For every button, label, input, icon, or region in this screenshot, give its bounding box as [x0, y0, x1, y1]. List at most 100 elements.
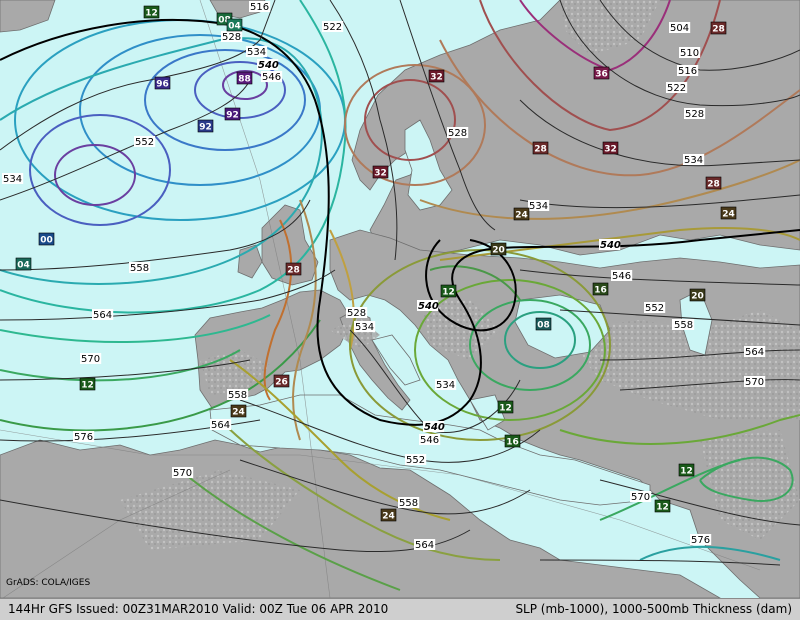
- thickness-label: 564: [93, 310, 112, 321]
- svg-text:36: 36: [595, 70, 608, 80]
- thickness-label: 534: [684, 155, 703, 166]
- pressure-center-box: 26: [273, 374, 290, 388]
- svg-text:92: 92: [199, 123, 212, 133]
- pressure-center-box: 12: [678, 463, 695, 477]
- thickness-label: 540: [258, 60, 279, 71]
- thickness-label: 534: [355, 322, 374, 333]
- thickness-label: 570: [745, 377, 764, 388]
- svg-text:28: 28: [707, 180, 720, 190]
- svg-text:32: 32: [430, 73, 443, 83]
- svg-text:12: 12: [442, 288, 455, 298]
- thickness-label: 552: [135, 137, 154, 148]
- pressure-center-box: 96: [154, 76, 171, 90]
- weather-map: 5165225285345405465525345585645705765045…: [0, 0, 800, 598]
- thickness-label: 570: [81, 354, 100, 365]
- pressure-center-box: 04: [15, 257, 32, 271]
- pressure-center-box: 24: [720, 206, 737, 220]
- svg-text:12: 12: [656, 503, 669, 513]
- pressure-center-box: 04: [226, 18, 243, 32]
- thickness-label: 528: [347, 308, 366, 319]
- thickness-label: 510: [680, 48, 699, 59]
- thickness-label: 540: [600, 240, 621, 251]
- svg-text:88: 88: [238, 75, 251, 85]
- pressure-center-box: 08: [535, 317, 552, 331]
- credit-text: GrADS: COLA/IGES: [6, 578, 91, 588]
- thickness-label: 552: [645, 303, 664, 314]
- pressure-center-box: 88: [236, 71, 253, 85]
- issue-info: 144Hr GFS Issued: 00Z31MAR2010 Valid: 00…: [8, 602, 389, 616]
- thickness-label: 558: [228, 390, 247, 401]
- svg-text:24: 24: [515, 211, 528, 221]
- thickness-label: 516: [250, 2, 269, 13]
- thickness-label: 564: [745, 347, 764, 358]
- svg-text:12: 12: [499, 404, 512, 414]
- pressure-center-box: 32: [602, 141, 619, 155]
- svg-text:16: 16: [506, 438, 519, 448]
- thickness-label: 546: [262, 72, 281, 83]
- thickness-label: 528: [685, 109, 704, 120]
- svg-text:92: 92: [226, 111, 239, 121]
- thickness-label: 522: [667, 83, 686, 94]
- pressure-center-box: 12: [497, 400, 514, 414]
- svg-text:12: 12: [145, 9, 158, 19]
- thickness-label: 534: [3, 174, 22, 185]
- svg-text:24: 24: [382, 512, 395, 522]
- pressure-center-box: 92: [197, 119, 214, 133]
- thickness-label: 516: [678, 66, 697, 77]
- svg-text:04: 04: [17, 261, 30, 271]
- pressure-center-box: 28: [532, 141, 549, 155]
- pressure-center-box: 32: [428, 69, 445, 83]
- svg-text:24: 24: [232, 408, 245, 418]
- thickness-label: 540: [424, 422, 445, 433]
- pressure-center-box: 28: [710, 21, 727, 35]
- pressure-center-box: 24: [513, 207, 530, 221]
- pressure-center-box: 32: [372, 165, 389, 179]
- map-footer: 144Hr GFS Issued: 00Z31MAR2010 Valid: 00…: [0, 598, 800, 620]
- pressure-center-box: 16: [592, 282, 609, 296]
- thickness-label: 564: [415, 540, 434, 551]
- svg-text:28: 28: [287, 266, 300, 276]
- svg-text:08: 08: [537, 321, 550, 331]
- thickness-label: 576: [74, 432, 93, 443]
- thickness-label: 558: [674, 320, 693, 331]
- pressure-center-box: 24: [230, 404, 247, 418]
- thickness-label: 570: [631, 492, 650, 503]
- svg-text:26: 26: [275, 378, 288, 388]
- svg-text:12: 12: [81, 381, 94, 391]
- svg-text:96: 96: [156, 80, 169, 90]
- pressure-center-box: 36: [593, 66, 610, 80]
- pressure-center-box: 20: [490, 242, 507, 256]
- svg-text:28: 28: [534, 145, 547, 155]
- product-description: SLP (mb-1000), 1000-500mb Thickness (dam…: [515, 602, 792, 616]
- svg-text:28: 28: [712, 25, 725, 35]
- thickness-label: 534: [436, 380, 455, 391]
- thickness-label: 534: [247, 47, 266, 58]
- thickness-label: 528: [222, 32, 241, 43]
- pressure-center-box: 12: [143, 5, 160, 19]
- thickness-label: 558: [399, 498, 418, 509]
- thickness-label: 552: [406, 455, 425, 466]
- pressure-center-box: 12: [654, 499, 671, 513]
- svg-text:32: 32: [374, 169, 387, 179]
- thickness-label: 564: [211, 420, 230, 431]
- thickness-label: 570: [173, 468, 192, 479]
- pressure-center-box: 12: [440, 284, 457, 298]
- thickness-label: 504: [670, 23, 689, 34]
- pressure-center-box: 20: [689, 288, 706, 302]
- thickness-label: 540: [418, 301, 439, 312]
- svg-text:20: 20: [691, 292, 704, 302]
- thickness-label: 558: [130, 263, 149, 274]
- svg-text:24: 24: [722, 210, 735, 220]
- thickness-label: 522: [323, 22, 342, 33]
- pressure-center-box: 28: [285, 262, 302, 276]
- pressure-center-box: 12: [79, 377, 96, 391]
- pressure-center-box: 16: [504, 434, 521, 448]
- svg-text:20: 20: [492, 246, 505, 256]
- thickness-label: 546: [420, 435, 439, 446]
- pressure-center-box: 24: [380, 508, 397, 522]
- svg-text:12: 12: [680, 467, 693, 477]
- pressure-center-box: 00: [38, 232, 55, 246]
- pressure-center-box: 28: [705, 176, 722, 190]
- svg-text:16: 16: [594, 286, 607, 296]
- pressure-center-box: 92: [224, 107, 241, 121]
